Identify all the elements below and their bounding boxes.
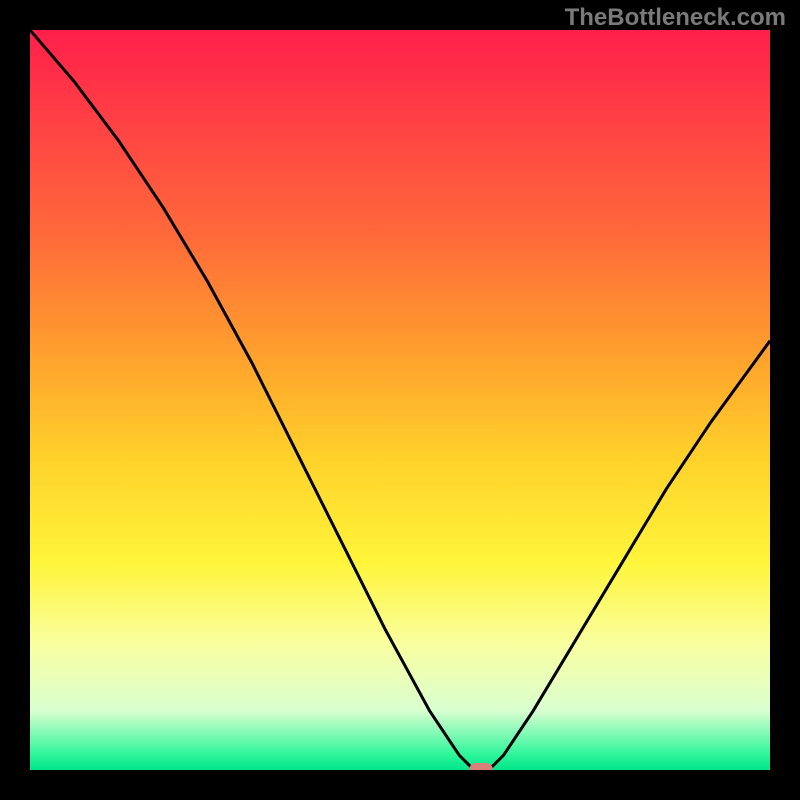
chart-container xyxy=(0,0,800,800)
bottleneck-curve xyxy=(30,30,770,770)
plot-area xyxy=(30,30,770,770)
watermark-text: TheBottleneck.com xyxy=(565,4,786,32)
bottleneck-curve-path xyxy=(30,30,770,770)
optimal-point-marker xyxy=(469,763,493,770)
